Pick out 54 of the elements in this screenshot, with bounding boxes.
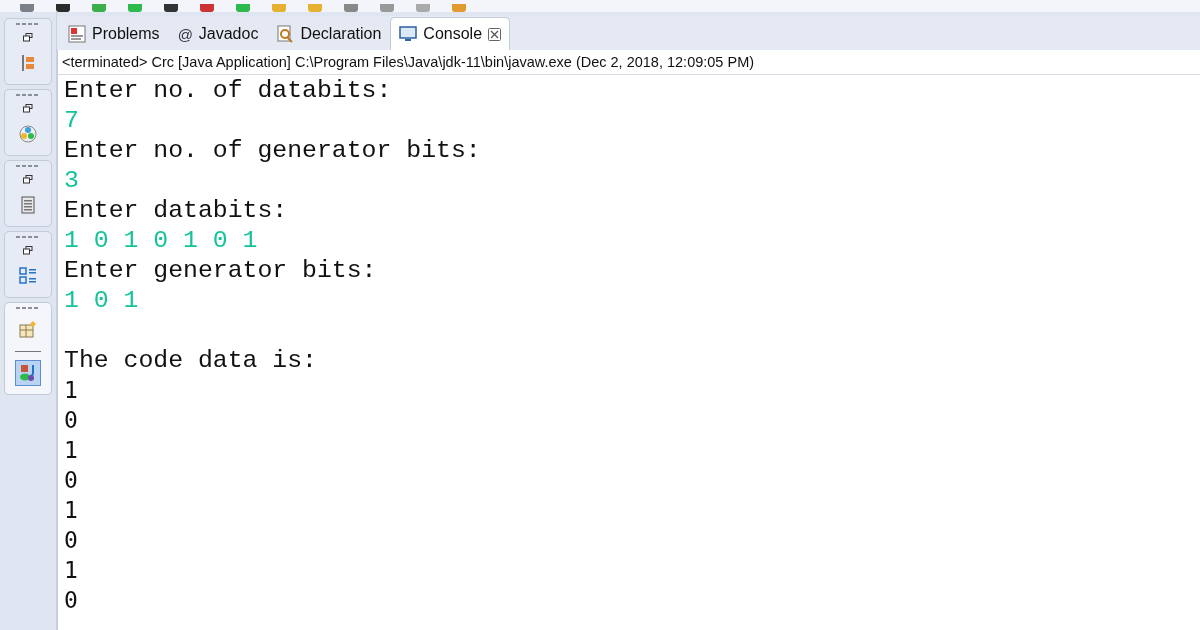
input-text: 1 0 1 0 1 0 1 [64, 225, 258, 255]
close-icon[interactable] [488, 27, 502, 41]
perspective-icon[interactable] [19, 364, 37, 382]
process-status: <terminated> Crc [Java Application] C:\Program Files\Java\jdk-11\bin\javaw.exe (Dec 2, 2018, 12:09:05 PM) [58, 50, 1200, 75]
tab-label: Declaration [300, 25, 382, 43]
view-tab[interactable]: Console [390, 17, 511, 50]
output-text: Enter generator bits: [64, 255, 377, 285]
input-text: 3 [64, 165, 79, 195]
input-text: 7 [64, 105, 79, 135]
restore-icon[interactable] [23, 175, 33, 184]
toolbar-icon[interactable] [344, 4, 358, 12]
view-tab[interactable]: Problems [59, 17, 169, 50]
view-tab[interactable]: @ Javadoc [168, 17, 268, 50]
toolbar-icon[interactable] [416, 4, 430, 12]
restore-icon[interactable] [23, 246, 33, 255]
at-sign-icon: @ [177, 25, 193, 43]
output-text: 0 [64, 586, 78, 615]
output-text: 0 [64, 406, 78, 435]
drag-handle-icon[interactable] [16, 236, 40, 238]
output-text: 0 [64, 526, 78, 555]
toolbar-icon[interactable] [92, 4, 106, 12]
output-text: 1 [64, 436, 78, 465]
document-icon[interactable] [19, 196, 37, 214]
view-tab[interactable]: Declaration [267, 17, 391, 50]
hierarchy-icon[interactable] [19, 54, 37, 72]
outline-icon[interactable] [19, 267, 37, 285]
drag-handle-icon[interactable] [16, 307, 40, 309]
output-text: The code data is: [64, 345, 317, 375]
output-text: Enter no. of databits: [64, 75, 392, 105]
output-text: 1 [64, 556, 78, 585]
drag-handle-icon[interactable] [16, 94, 40, 96]
toolbar-icon[interactable] [20, 4, 34, 12]
restore-icon[interactable] [23, 104, 33, 113]
input-text: 1 0 1 [64, 285, 139, 315]
toolbar-icon[interactable] [200, 4, 214, 12]
table-icon[interactable] [19, 321, 37, 339]
tab-label: Console [423, 25, 483, 43]
output-text: Enter no. of generator bits: [64, 135, 481, 165]
output-text: 0 [64, 466, 78, 495]
tab-label: Problems [92, 25, 160, 43]
toolbar-icon[interactable] [56, 4, 70, 12]
output-text: Enter databits: [64, 195, 288, 225]
drag-handle-icon[interactable] [16, 23, 40, 25]
palette-icon[interactable] [19, 125, 37, 143]
console-icon [399, 26, 418, 42]
drag-handle-icon[interactable] [16, 165, 40, 167]
output-text: 1 [64, 376, 78, 405]
output-text: 1 [64, 496, 78, 525]
toolbar-icon[interactable] [164, 4, 178, 12]
restore-icon[interactable] [23, 33, 33, 42]
toolbar-icon[interactable] [380, 4, 394, 12]
problems-icon [68, 25, 86, 43]
tab-label: Javadoc [198, 25, 259, 43]
declaration-icon [276, 25, 295, 43]
